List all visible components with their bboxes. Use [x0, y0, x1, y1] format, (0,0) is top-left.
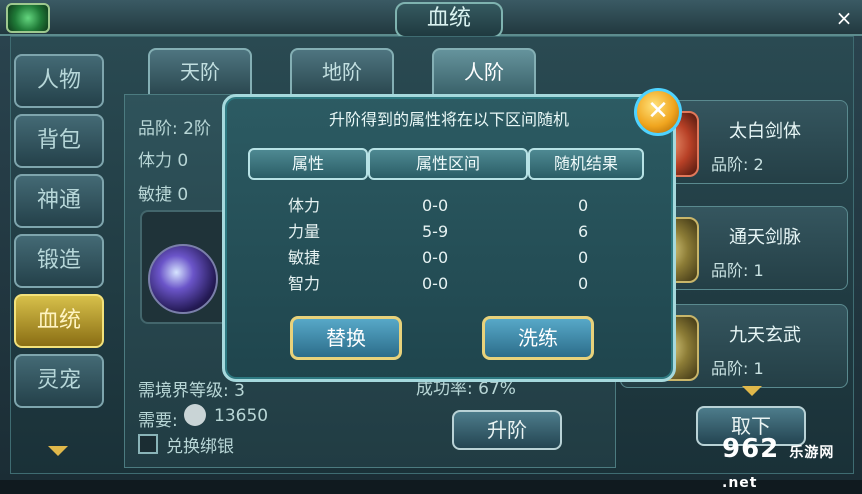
attr-name: 智力 [288, 274, 321, 293]
header-attribute: 属性 [248, 148, 368, 180]
list-scroll-down-icon[interactable] [742, 386, 762, 396]
watermark-domain: .net [722, 475, 758, 491]
title-bar: 血统 × [0, 0, 862, 38]
sidebar-item-forge[interactable]: 锻造 [14, 234, 104, 288]
stamina-text: 体力 0 [138, 151, 189, 171]
silver-coin-icon [184, 404, 206, 426]
agility-text: 敏捷 0 [138, 185, 189, 205]
sidebar-item-skills[interactable]: 神通 [14, 174, 104, 228]
attr-range: 0-0 [422, 248, 449, 267]
dialog-close-icon[interactable]: ✕ [634, 88, 682, 136]
upgrade-button[interactable]: 升阶 [452, 410, 562, 450]
attr-result: 0 [578, 274, 589, 293]
table-row: 力量 5-9 6 [270, 220, 620, 244]
close-icon[interactable]: × [832, 6, 856, 30]
attr-result: 0 [578, 196, 589, 215]
sidebar-item-character[interactable]: 人物 [14, 54, 104, 108]
list-item-name: 太白剑体 [729, 121, 801, 142]
list-item-grade: 品阶: 1 [711, 261, 764, 280]
list-item-grade: 品阶: 1 [711, 359, 764, 378]
sidebar-item-pet[interactable]: 灵宠 [14, 354, 104, 408]
dialog-title: 升阶得到的属性将在以下区间随机 [328, 110, 569, 129]
attr-name: 力量 [288, 222, 321, 241]
attr-result: 0 [578, 248, 589, 267]
attr-name: 敏捷 [288, 248, 321, 267]
table-row: 体力 0-0 0 [270, 194, 620, 218]
refresh-button[interactable]: 洗练 [482, 316, 594, 360]
tab-heaven-tier[interactable]: 天阶 [148, 48, 252, 96]
bind-silver-label: 兑换绑银 [166, 437, 234, 457]
header-range: 属性区间 [368, 148, 528, 180]
attr-range: 5-9 [422, 222, 449, 241]
attr-range: 0-0 [422, 274, 449, 293]
bind-silver-checkbox[interactable] [138, 434, 158, 454]
cost-value: 13650 [214, 406, 269, 426]
tab-earth-tier[interactable]: 地阶 [290, 48, 394, 96]
watermark-site: 乐游网 [789, 445, 835, 461]
sidebar-item-bloodline[interactable]: 血统 [14, 294, 104, 348]
tab-human-tier[interactable]: 人阶 [432, 48, 536, 96]
list-item-name: 通天剑脉 [729, 227, 801, 248]
replace-button[interactable]: 替换 [290, 316, 402, 360]
grade-text: 品阶: 2阶 [138, 119, 211, 139]
sidebar-scroll-down-icon[interactable] [48, 446, 68, 456]
table-row: 敏捷 0-0 0 [270, 246, 620, 270]
table-row: 智力 0-0 0 [270, 272, 620, 296]
header-result: 随机结果 [528, 148, 644, 180]
attr-range: 0-0 [422, 196, 449, 215]
attr-name: 体力 [288, 196, 321, 215]
list-item-grade: 品阶: 2 [711, 155, 764, 174]
cost-label: 需要: [138, 411, 178, 431]
bloodline-orb-icon [148, 244, 218, 314]
list-item-name: 九天玄武 [729, 325, 801, 346]
watermark-brand: 962 [722, 434, 780, 464]
site-watermark: 962 乐游网 .net [722, 434, 862, 494]
app-icon [6, 3, 50, 33]
attr-result: 6 [578, 222, 589, 241]
sidebar-item-inventory[interactable]: 背包 [14, 114, 104, 168]
window-title: 血统 [395, 2, 503, 38]
